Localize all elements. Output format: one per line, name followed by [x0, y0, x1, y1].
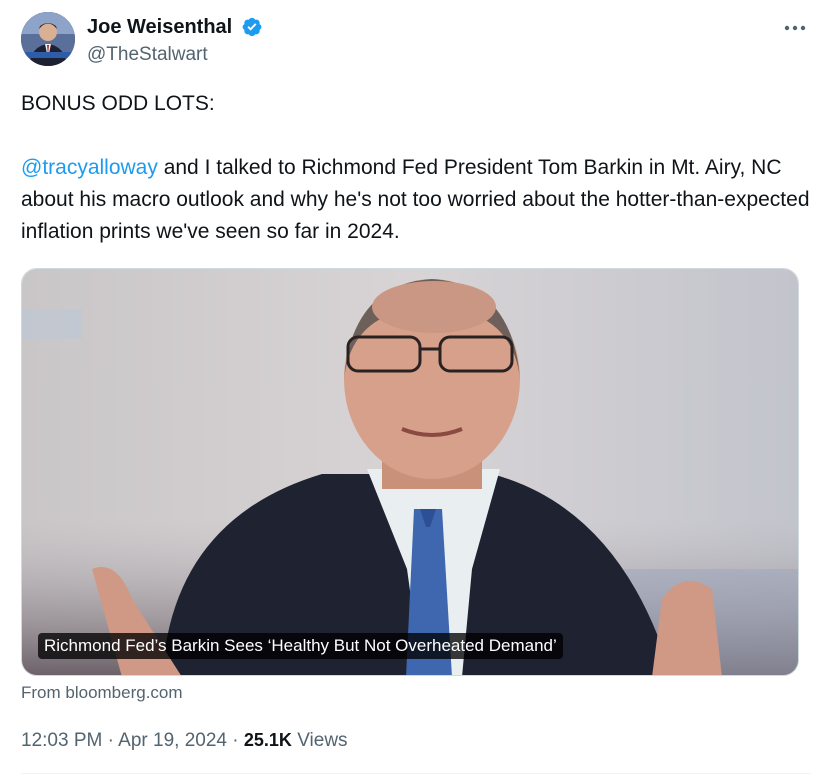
- tweet-date[interactable]: Apr 19, 2024: [118, 730, 227, 751]
- tweet-meta: 12:03 PM · Apr 19, 2024 · 25.1K Views: [21, 726, 348, 755]
- verified-badge-icon: [242, 17, 262, 37]
- divider: [21, 773, 811, 774]
- tweet-time[interactable]: 12:03 PM: [21, 730, 102, 751]
- more-horizontal-icon: [784, 25, 806, 31]
- avatar-image: [21, 12, 75, 66]
- views-count: 25.1K: [243, 730, 292, 750]
- card-title: Richmond Fed’s Barkin Sees ‘Healthy But …: [38, 633, 563, 659]
- tweet-body: @tracyalloway and I talked to Richmond F…: [21, 152, 811, 248]
- author-display-name[interactable]: Joe Weisenthal: [87, 14, 232, 40]
- meta-separator-2: ·: [232, 730, 239, 751]
- author-handle[interactable]: @TheStalwart: [87, 42, 263, 68]
- views-label: Views: [297, 730, 348, 751]
- link-card[interactable]: Richmond Fed’s Barkin Sees ‘Healthy But …: [21, 268, 799, 676]
- mention-link[interactable]: @tracyalloway: [21, 156, 158, 179]
- tweet-header: Joe Weisenthal @TheStalwart: [21, 12, 811, 68]
- more-options-button[interactable]: [779, 14, 811, 42]
- tweet-line-1: BONUS ODD LOTS:: [21, 92, 215, 115]
- meta-separator: ·: [107, 730, 114, 751]
- card-source[interactable]: From bloomberg.com: [21, 681, 183, 705]
- card-image: [22, 269, 798, 675]
- tweet-text: BONUS ODD LOTS: @tracyalloway and I talk…: [21, 88, 811, 248]
- avatar[interactable]: [21, 12, 75, 66]
